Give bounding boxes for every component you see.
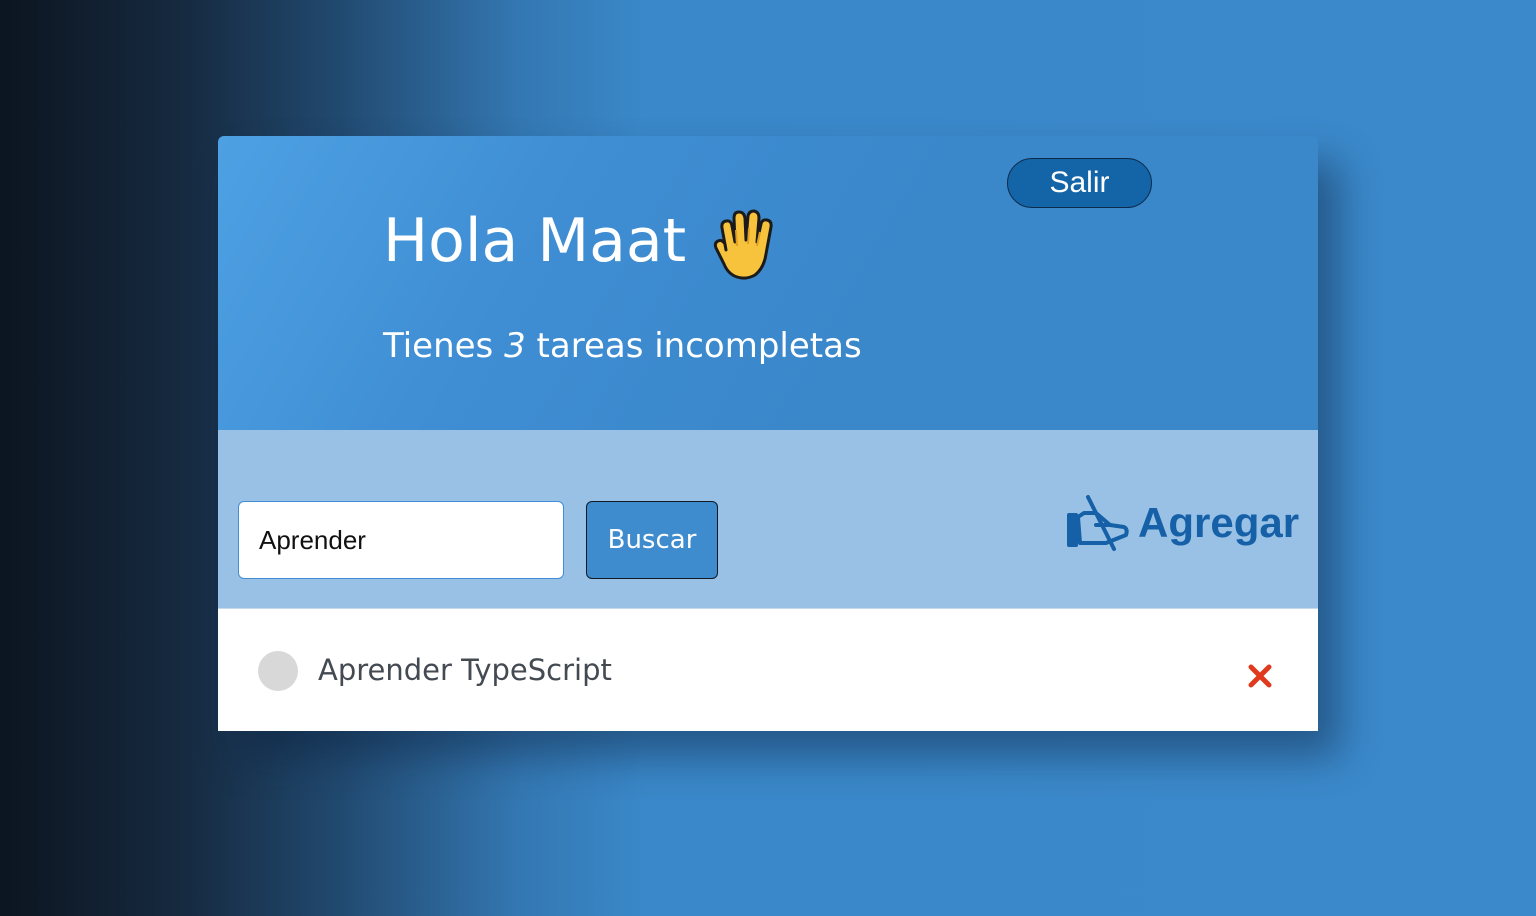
close-icon[interactable] <box>1245 661 1275 691</box>
raised-hand-icon <box>713 209 773 280</box>
greeting-title: Hola Maat <box>383 206 687 276</box>
search-input[interactable] <box>238 501 564 579</box>
incomplete-summary: Tienes 3 tareas incompletas <box>383 326 862 366</box>
todo-card: Hola Maat Tienes 3 tareas incompletas Sa… <box>218 136 1318 731</box>
task-text: Aprender TypeScript <box>318 653 612 687</box>
task-complete-toggle[interactable] <box>258 651 298 691</box>
writing-hand-icon <box>1067 495 1129 551</box>
toolbar: Buscar Agregar <box>218 430 1318 608</box>
logout-button[interactable]: Salir <box>1007 158 1152 208</box>
header: Hola Maat Tienes 3 tareas incompletas Sa… <box>218 136 1318 430</box>
incomplete-count: 3 <box>504 326 526 366</box>
list-item: Aprender TypeScript <box>218 609 1318 731</box>
add-task-button[interactable]: Agregar <box>1066 488 1299 558</box>
task-list: Aprender TypeScript <box>218 608 1318 731</box>
search-button[interactable]: Buscar <box>586 501 718 579</box>
summary-suffix: tareas incompletas <box>536 326 862 366</box>
summary-prefix: Tienes <box>383 326 494 366</box>
add-task-label: Agregar <box>1138 499 1300 546</box>
